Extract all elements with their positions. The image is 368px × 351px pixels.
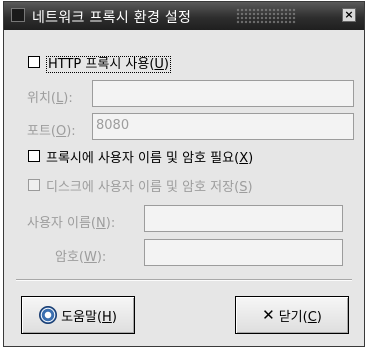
save-to-disk-checkbox[interactable] — [28, 179, 40, 191]
use-http-proxy-checkbox[interactable] — [28, 56, 40, 68]
password-label: 암호(W): — [55, 246, 106, 265]
auth-required-label[interactable]: 프록시에 사용자 이름 및 암호 필요(X) — [46, 147, 253, 166]
close-label-end: ) — [316, 309, 322, 325]
help-button[interactable]: 도움말(H) — [21, 296, 135, 334]
username-label-end: ): — [105, 216, 116, 231]
use-http-proxy-mnemonic: U — [154, 57, 164, 72]
username-field[interactable] — [144, 205, 343, 232]
username-mnemonic: N — [96, 216, 106, 231]
use-http-proxy-label[interactable]: HTTP 프록시 사용(U) — [46, 53, 171, 73]
username-label-text: 사용자 이름( — [27, 216, 97, 231]
close-x-icon: ✕ — [262, 306, 275, 324]
help-label-end: ) — [111, 309, 117, 325]
close-mnemonic: C — [307, 309, 317, 325]
proxy-preferences-window: 네트워크 프록시 환경 설정 × HTTP 프록시 사용(U) 위치(L): 포… — [3, 1, 365, 347]
port-label-text: 포트( — [27, 124, 56, 139]
password-field[interactable] — [144, 239, 343, 266]
location-label-end: ): — [63, 91, 73, 106]
username-label: 사용자 이름(N): — [27, 212, 115, 231]
close-label-text: 닫기( — [278, 309, 308, 325]
port-label-end: ): — [66, 124, 76, 139]
use-http-proxy-text: HTTP 프록시 사용( — [48, 57, 155, 72]
close-button[interactable]: ✕ 닫기(C) — [235, 296, 349, 334]
window-title: 네트워크 프록시 환경 설정 — [32, 10, 192, 26]
auth-required-mnemonic: X — [239, 151, 249, 166]
title-bar[interactable]: 네트워크 프록시 환경 설정 × — [4, 2, 364, 30]
save-to-disk-text: 디스크에 사용자 이름 및 암호 저장( — [46, 180, 240, 195]
close-button-label: 닫기(C) — [279, 306, 322, 325]
close-window-icon[interactable]: × — [342, 8, 356, 22]
use-http-proxy-text-end: ) — [163, 57, 169, 72]
port-label: 포트(O): — [27, 120, 76, 139]
auth-required-checkbox[interactable] — [28, 150, 40, 162]
port-mnemonic: O — [56, 124, 67, 139]
help-lifebuoy-icon — [39, 306, 58, 324]
password-mnemonic: W — [84, 250, 97, 265]
save-to-disk-text-end: ) — [247, 180, 253, 195]
auth-required-text-end: ) — [248, 151, 254, 166]
separator — [16, 279, 352, 281]
focus-outline: HTTP 프록시 사용(U) — [46, 56, 171, 73]
titlebar-pattern — [236, 8, 296, 24]
auth-required-text: 프록시에 사용자 이름 및 암호 필요( — [46, 151, 240, 166]
location-field[interactable] — [92, 80, 354, 107]
window-menu-icon[interactable] — [11, 8, 25, 22]
help-label-text: 도움말( — [61, 309, 103, 325]
help-button-label: 도움말(H) — [61, 306, 117, 325]
save-to-disk-label[interactable]: 디스크에 사용자 이름 및 암호 저장(S) — [46, 176, 253, 195]
password-label-text: 암호( — [55, 250, 84, 265]
port-field[interactable]: 8080 — [92, 113, 354, 140]
password-label-end: ): — [96, 250, 107, 265]
location-label: 위치(L): — [27, 87, 73, 106]
help-mnemonic: H — [102, 309, 112, 325]
location-label-text: 위치( — [27, 91, 56, 106]
